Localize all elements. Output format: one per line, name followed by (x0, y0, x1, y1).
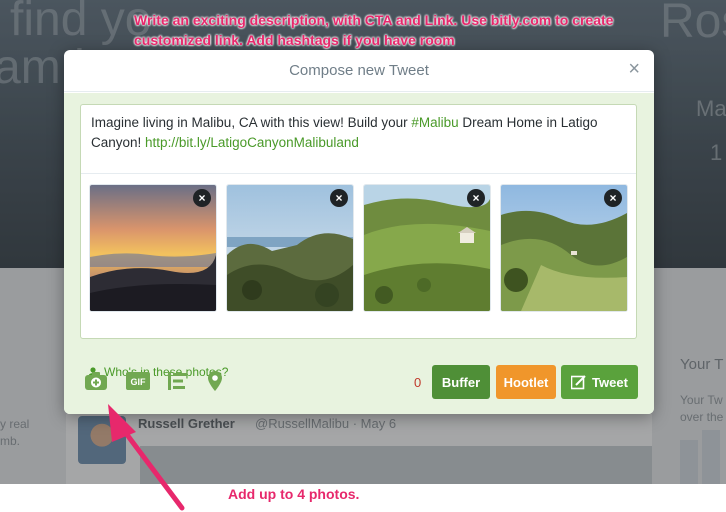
tweet-text[interactable]: Imagine living in Malibu, CA with this v… (91, 113, 627, 153)
hootlet-button[interactable]: Hootlet (496, 365, 556, 399)
gif-icon-label: GIF (131, 377, 147, 387)
buffer-button[interactable]: Buffer (432, 365, 490, 399)
tweet-button[interactable]: Tweet (561, 365, 638, 399)
gif-icon[interactable]: GIF (126, 372, 150, 390)
compose-icon (571, 375, 586, 390)
photo-thumbnail[interactable]: × (363, 184, 491, 312)
annotation-description-tip: Write an exciting description, with CTA … (134, 12, 614, 48)
url-link[interactable]: http://bit.ly/LatigoCanyonMalibuland (145, 135, 359, 150)
poll-icon[interactable] (168, 372, 188, 390)
attached-photos: × × × × (81, 173, 636, 317)
tweet-text-body: Imagine living in Malibu, CA with this v… (91, 115, 412, 130)
remove-photo-icon[interactable]: × (467, 189, 485, 207)
modal-title: Compose new Tweet (289, 62, 429, 79)
remove-photo-icon[interactable]: × (604, 189, 622, 207)
photo-thumbnail[interactable]: × (89, 184, 217, 312)
remove-photo-icon[interactable]: × (193, 189, 211, 207)
photo-thumbnail[interactable]: × (500, 184, 628, 312)
camera-icon[interactable] (84, 371, 108, 391)
compose-toolbar: GIF (84, 371, 224, 395)
modal-header: Compose new Tweet × (64, 50, 654, 92)
tweet-input[interactable]: Imagine living in Malibu, CA with this v… (80, 104, 637, 339)
compose-tweet-modal: Compose new Tweet × Imagine living in Ma… (64, 50, 654, 414)
photo-thumbnail[interactable]: × (226, 184, 354, 312)
hashtag-link[interactable]: #Malibu (411, 115, 458, 130)
tweet-button-label: Tweet (592, 374, 628, 390)
annotation-photos-tip: Add up to 4 photos. (228, 486, 360, 502)
close-icon[interactable]: × (628, 59, 640, 79)
annotation-strip (0, 484, 726, 512)
location-icon[interactable] (208, 371, 222, 391)
remove-photo-icon[interactable]: × (330, 189, 348, 207)
character-counter: 0 (414, 375, 422, 390)
